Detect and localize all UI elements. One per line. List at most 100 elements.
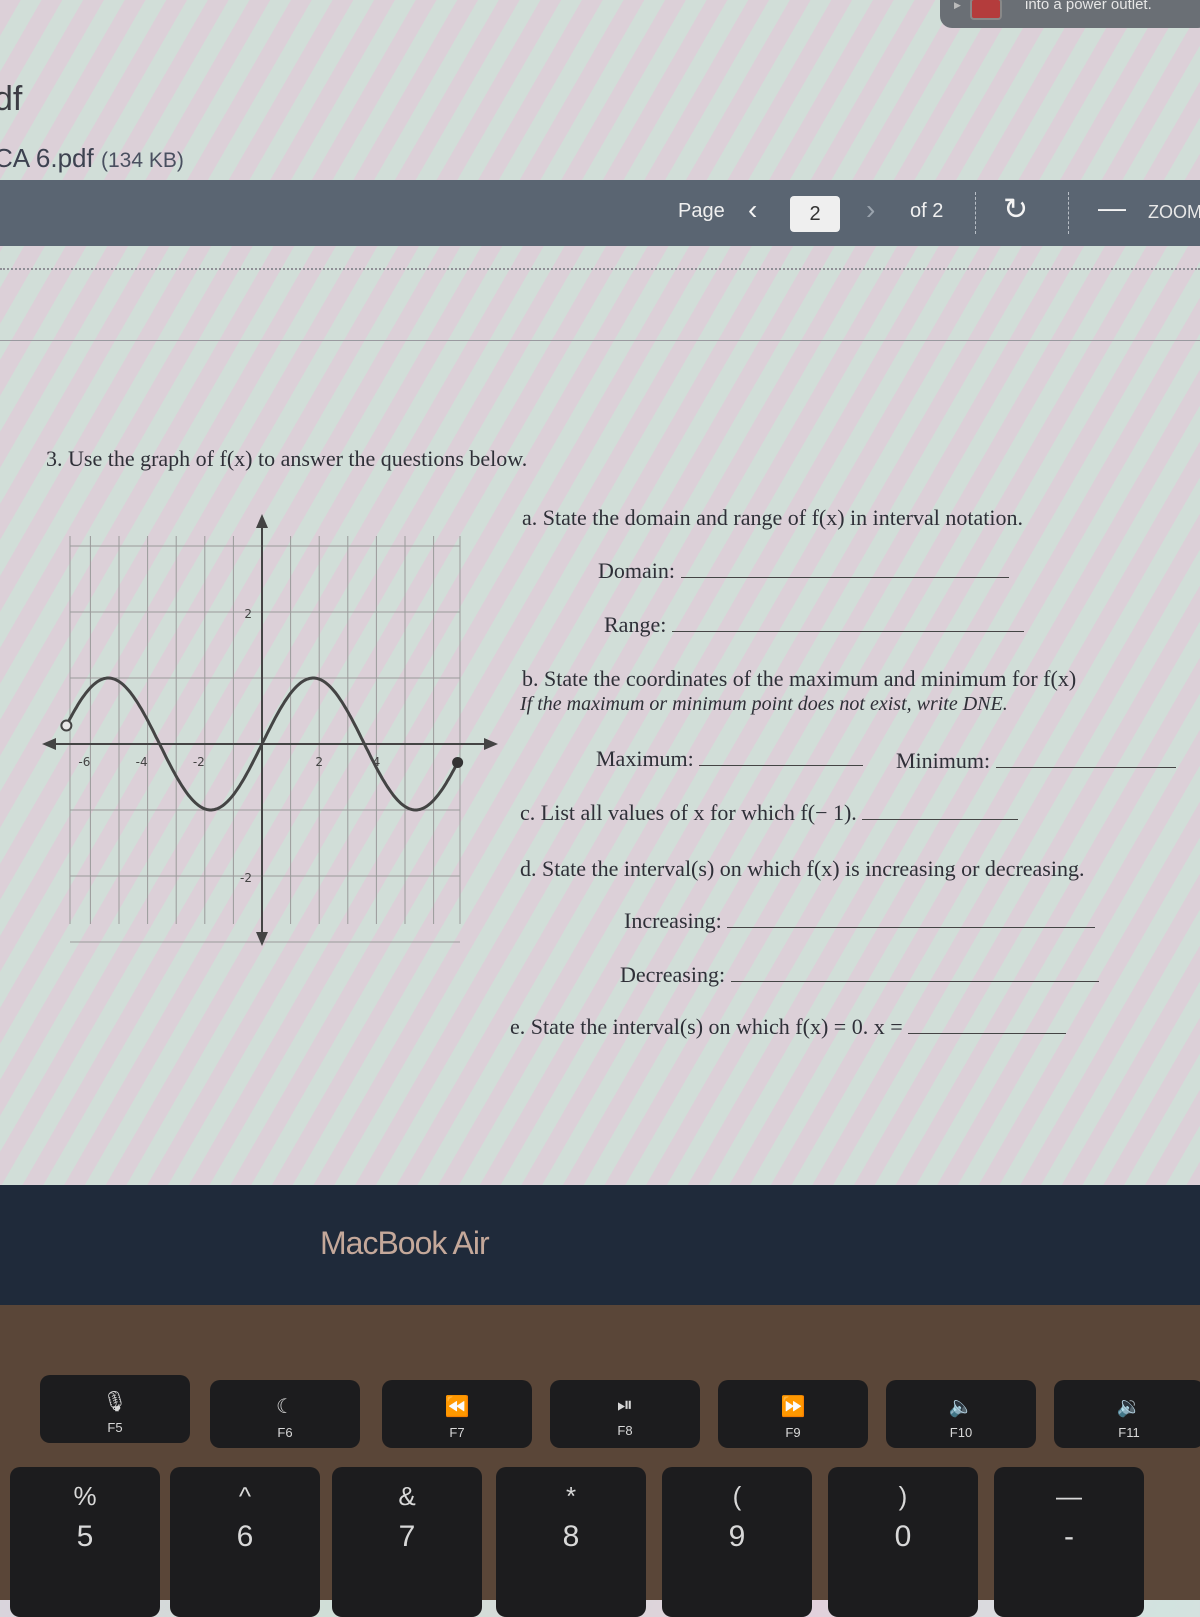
notification-message: into a power outlet. [1025, 0, 1152, 13]
increasing-answer-blank[interactable] [727, 926, 1096, 928]
minimum-label: Minimum: [896, 748, 991, 773]
page-count: of 2 [910, 200, 944, 222]
chevron-left-icon[interactable]: ‹ [748, 194, 757, 226]
function-key-f6[interactable]: ☾ F6 [210, 1380, 360, 1448]
page-number-input[interactable]: 2 [790, 196, 840, 232]
question-c-answer-blank[interactable] [862, 818, 1019, 820]
function-key-f5[interactable]: 🎙 F5 [40, 1375, 190, 1443]
function-key-icon: 🔈 [948, 1396, 974, 1418]
function-key-icon: ☾ [276, 1396, 294, 1418]
key-shift-symbol: & [398, 1481, 416, 1511]
page-divider [0, 340, 1200, 341]
domain-label-text: Domain: [598, 558, 675, 583]
function-key-icon: ⏩ [780, 1396, 806, 1418]
question-c: c. List all values of x for which f(− 1)… [520, 800, 1019, 826]
maximum-field: Maximum: [596, 746, 864, 772]
pdf-toolbar: Page ‹ 2 › of 2 ↻ — ZOOM [0, 180, 1200, 246]
y-axis-arrow-up [256, 514, 268, 528]
function-key-f10[interactable]: 🔈 F10 [886, 1380, 1036, 1448]
function-key-label: F9 [785, 1425, 801, 1440]
function-key-f9[interactable]: ⏩ F9 [718, 1380, 868, 1448]
x-tick-label: -6 [78, 755, 90, 769]
file-size: (134 KB) [100, 149, 184, 172]
function-key-label: F5 [107, 1420, 123, 1435]
function-key-f7[interactable]: ⏪ F7 [382, 1380, 532, 1448]
x-tick-label: -2 [193, 755, 205, 769]
number-key-5[interactable]: % 5 [10, 1467, 160, 1617]
zoom-out-icon[interactable]: — [1098, 192, 1126, 224]
domain-label: Domain: [598, 558, 1009, 584]
x-axis-arrow-left [42, 738, 56, 750]
key-main-symbol: 8 [562, 1520, 580, 1553]
document-title: df [0, 80, 23, 118]
zoom-label: ZOOM [1148, 202, 1200, 222]
range-answer-blank[interactable] [671, 630, 1024, 632]
function-key-f11[interactable]: 🔉 F11 [1054, 1380, 1200, 1448]
rotate-icon[interactable]: ↻ [1003, 192, 1028, 227]
minimum-field: Minimum: [896, 748, 1176, 774]
number-key-6[interactable]: ^ 6 [170, 1467, 320, 1617]
keyboard-deck: 🎙 F5 ☾ F6 ⏪ F7 ⏯ F8 ⏩ F9 🔈 F10 🔉 F11 % 5 ^ 6 & 7 * 8(9) 0— - [0, 1305, 1200, 1617]
function-key-icon: 🔉 [1116, 1396, 1142, 1418]
question-c-text: c. List all values of x for which f(− 1)… [520, 800, 857, 825]
decreasing-answer-blank[interactable] [730, 980, 1099, 982]
toolbar-divider [975, 192, 976, 234]
maximum-answer-blank[interactable] [699, 764, 864, 766]
range-label-text: Range: [604, 612, 667, 637]
number-key-0[interactable]: ) 0 [828, 1467, 978, 1617]
decreasing-label: Decreasing: [620, 962, 726, 987]
question-e-text: e. State the interval(s) on which f(x) =… [510, 1014, 903, 1039]
power-notification[interactable]: ▶ into a power outlet. [940, 0, 1200, 28]
chevron-right-icon[interactable]: › [866, 194, 875, 226]
screen: ▶ into a power outlet. df CA 6.pdf (134 … [0, 0, 1200, 1185]
function-key-label: F11 [1118, 1425, 1140, 1440]
number-key-8[interactable]: * 8 [496, 1467, 646, 1617]
key-shift-symbol: ( [732, 1481, 742, 1511]
increasing-field: Increasing: [624, 908, 1096, 934]
page-label: Page [678, 200, 725, 222]
number-key-9[interactable]: (9 [662, 1467, 812, 1617]
key-main-symbol: 0 [894, 1520, 912, 1553]
x-tick-label: -4 [136, 755, 148, 769]
y-tick-label: -2 [240, 871, 252, 885]
function-key-label: F8 [617, 1423, 633, 1438]
key-main-symbol: 7 [398, 1520, 416, 1553]
minimum-answer-blank[interactable] [995, 766, 1176, 768]
page-divider-dotted [0, 268, 1200, 270]
x-tick-label: 2 [315, 755, 323, 769]
question-b-note: If the maximum or minimum point does not… [520, 693, 1008, 715]
file-info: CA 6.pdf (134 KB) [0, 143, 184, 174]
question-e: e. State the interval(s) on which f(x) =… [510, 1014, 1067, 1040]
function-key-icon: 🎙 [102, 1391, 128, 1413]
range-label: Range: [604, 612, 1024, 638]
function-key-label: F6 [277, 1425, 293, 1440]
function-key-label: F7 [449, 1425, 465, 1440]
function-key-icon: ⏯ [617, 1394, 633, 1416]
increasing-label: Increasing: [624, 908, 722, 933]
number-key--[interactable]: — - [994, 1467, 1144, 1617]
maximum-label: Maximum: [596, 746, 694, 771]
expand-arrow-icon: ▶ [954, 0, 961, 10]
laptop-brand: MacBook Air [320, 1225, 490, 1261]
battery-low-icon [970, 0, 1002, 20]
file-name[interactable]: CA 6.pdf [0, 143, 94, 173]
function-key-icon: ⏪ [444, 1396, 470, 1418]
y-tick-label: 2 [244, 607, 252, 621]
question-b: b. State the coordinates of the maximum … [522, 666, 1077, 691]
key-main-symbol: - [1064, 1520, 1074, 1553]
laptop-bezel: MacBook Air [0, 1185, 1200, 1305]
toolbar-divider [1068, 192, 1069, 234]
key-main-symbol: 5 [76, 1520, 94, 1553]
closed-endpoint [452, 756, 464, 768]
key-shift-symbol: * [565, 1481, 577, 1511]
question-d: d. State the interval(s) on which f(x) i… [520, 856, 1085, 881]
question-e-answer-blank[interactable] [908, 1032, 1067, 1034]
key-shift-symbol: ) [898, 1481, 908, 1511]
question-a: a. State the domain and range of f(x) in… [522, 505, 1023, 530]
number-key-7[interactable]: & 7 [332, 1467, 482, 1617]
function-key-f8[interactable]: ⏯ F8 [550, 1380, 700, 1448]
open-endpoint [60, 719, 73, 732]
domain-answer-blank[interactable] [680, 576, 1009, 578]
key-main-symbol: 6 [236, 1520, 254, 1553]
key-shift-symbol: % [73, 1481, 97, 1511]
